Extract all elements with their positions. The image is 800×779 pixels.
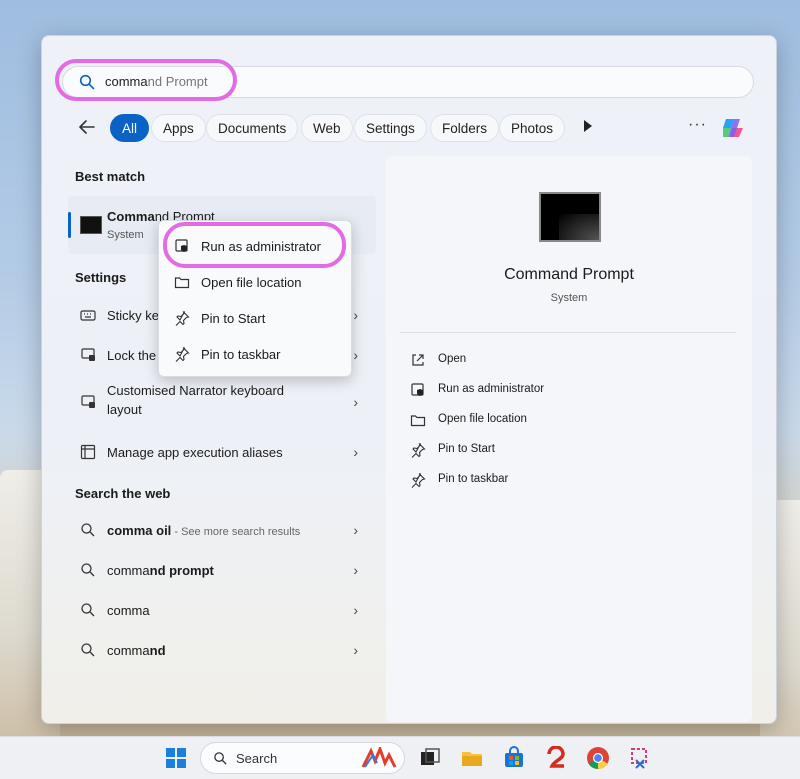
chevron-right-icon: › [353,444,358,460]
preview-pane: Command Prompt System Open Run as admini… [386,156,752,722]
search-highlight-annotation [55,59,237,101]
filter-chip-settings[interactable]: Settings [354,114,427,142]
filter-chip-documents[interactable]: Documents [206,114,299,142]
microsoft-store-icon[interactable] [502,746,526,770]
context-menu-pin-to-taskbar[interactable]: Pin to taskbar [159,337,351,371]
context-menu-label: Pin to Start [201,311,266,326]
open-icon [412,354,424,366]
app-two-icon[interactable] [544,746,568,770]
filter-chip-web[interactable]: Web [301,114,353,142]
web-result-label: command [107,643,166,658]
web-result-command-prompt[interactable]: command prompt › [68,553,376,589]
settings-item-label: Lock the [107,348,157,363]
more-options-button[interactable]: ··· [688,116,707,134]
settings-item-label: Manage app execution aliases [107,445,283,460]
filter-chip-all[interactable]: All [110,114,150,142]
search-icon [214,752,227,765]
chevron-right-icon: › [353,394,358,410]
command-prompt-large-icon [539,192,601,242]
back-arrow-icon[interactable] [78,118,96,136]
chevron-right-icon: › [353,347,358,363]
pin-icon [175,311,190,326]
preview-subtitle: System [550,292,588,304]
web-result-comma-oil[interactable]: comma oil - See more search results › [68,513,376,549]
taskbar-search-box[interactable]: Search [200,742,405,774]
windows-start-icon[interactable] [166,748,186,768]
settings-item-narrator-layout[interactable]: Customised Narrator keyboard layout › [68,378,376,426]
action-label: Pin to Start [438,443,495,455]
folder-icon [174,277,190,289]
run-as-admin-highlight-annotation [163,222,346,268]
best-match-subtitle: System [107,229,144,241]
filter-chip-apps[interactable]: Apps [151,114,206,142]
preview-title: Command Prompt [504,266,634,283]
action-label: Run as administrator [438,383,545,395]
chevron-right-icon: › [353,642,358,658]
filter-chip-folders[interactable]: Folders [430,114,500,142]
web-result-label: comma oil - See more search results [107,523,301,538]
taskbar-search-label: Search [236,751,278,766]
file-explorer-icon[interactable] [460,746,484,770]
best-match-heading: Best match [75,169,146,184]
chevron-right-icon: › [353,307,358,323]
selection-indicator [68,212,71,238]
narrator-icon [81,395,95,408]
start-search-panel: command Prompt All Apps Documents Web Se… [41,35,777,724]
search-icon [81,643,95,657]
action-label: Open [438,353,467,365]
chrome-icon[interactable] [586,746,610,770]
pin-icon [175,347,190,362]
context-menu-open-file-location[interactable]: Open file location [159,265,351,299]
chevron-right-icon: › [353,522,358,538]
pin-icon [411,443,426,458]
chevron-right-icon: › [353,562,358,578]
web-result-label: comma [107,603,150,618]
context-menu-pin-to-start[interactable]: Pin to Start [159,301,351,335]
taskbar: Search [0,736,800,779]
action-label: Pin to taskbar [438,473,509,485]
divider [400,332,736,333]
admin-shield-icon [411,383,424,396]
folder-icon [410,415,426,427]
web-result-command[interactable]: command › [68,633,376,669]
search-web-heading: Search the web [75,486,171,501]
snipping-tool-icon[interactable] [628,746,652,770]
web-result-comma[interactable]: comma › [68,593,376,629]
lock-screen-icon [81,348,95,361]
search-highlight-art-icon [361,747,397,768]
pin-icon [411,473,426,488]
app-aliases-icon [80,444,96,460]
action-label: Open file location [438,413,527,425]
settings-item-label-line2: layout [107,402,142,417]
task-view-icon[interactable] [418,746,442,770]
context-menu-label: Open file location [201,275,302,290]
copilot-icon[interactable] [720,116,746,140]
search-icon [81,603,95,617]
more-filters-play-icon[interactable] [584,120,592,132]
settings-heading: Settings [75,270,127,285]
filter-chip-photos[interactable]: Photos [499,114,566,142]
search-icon [81,523,95,537]
settings-item-app-aliases[interactable]: Manage app execution aliases › [68,435,376,471]
search-icon [81,563,95,577]
web-result-label: command prompt [107,563,214,578]
context-menu-label: Pin to taskbar [201,347,281,362]
settings-item-label-line1: Customised Narrator keyboard [107,383,285,398]
filter-bar: All Apps Documents Web Settings Folders … [72,112,762,144]
chevron-right-icon: › [353,602,358,618]
keyboard-icon [80,310,96,321]
command-prompt-icon [80,216,102,234]
